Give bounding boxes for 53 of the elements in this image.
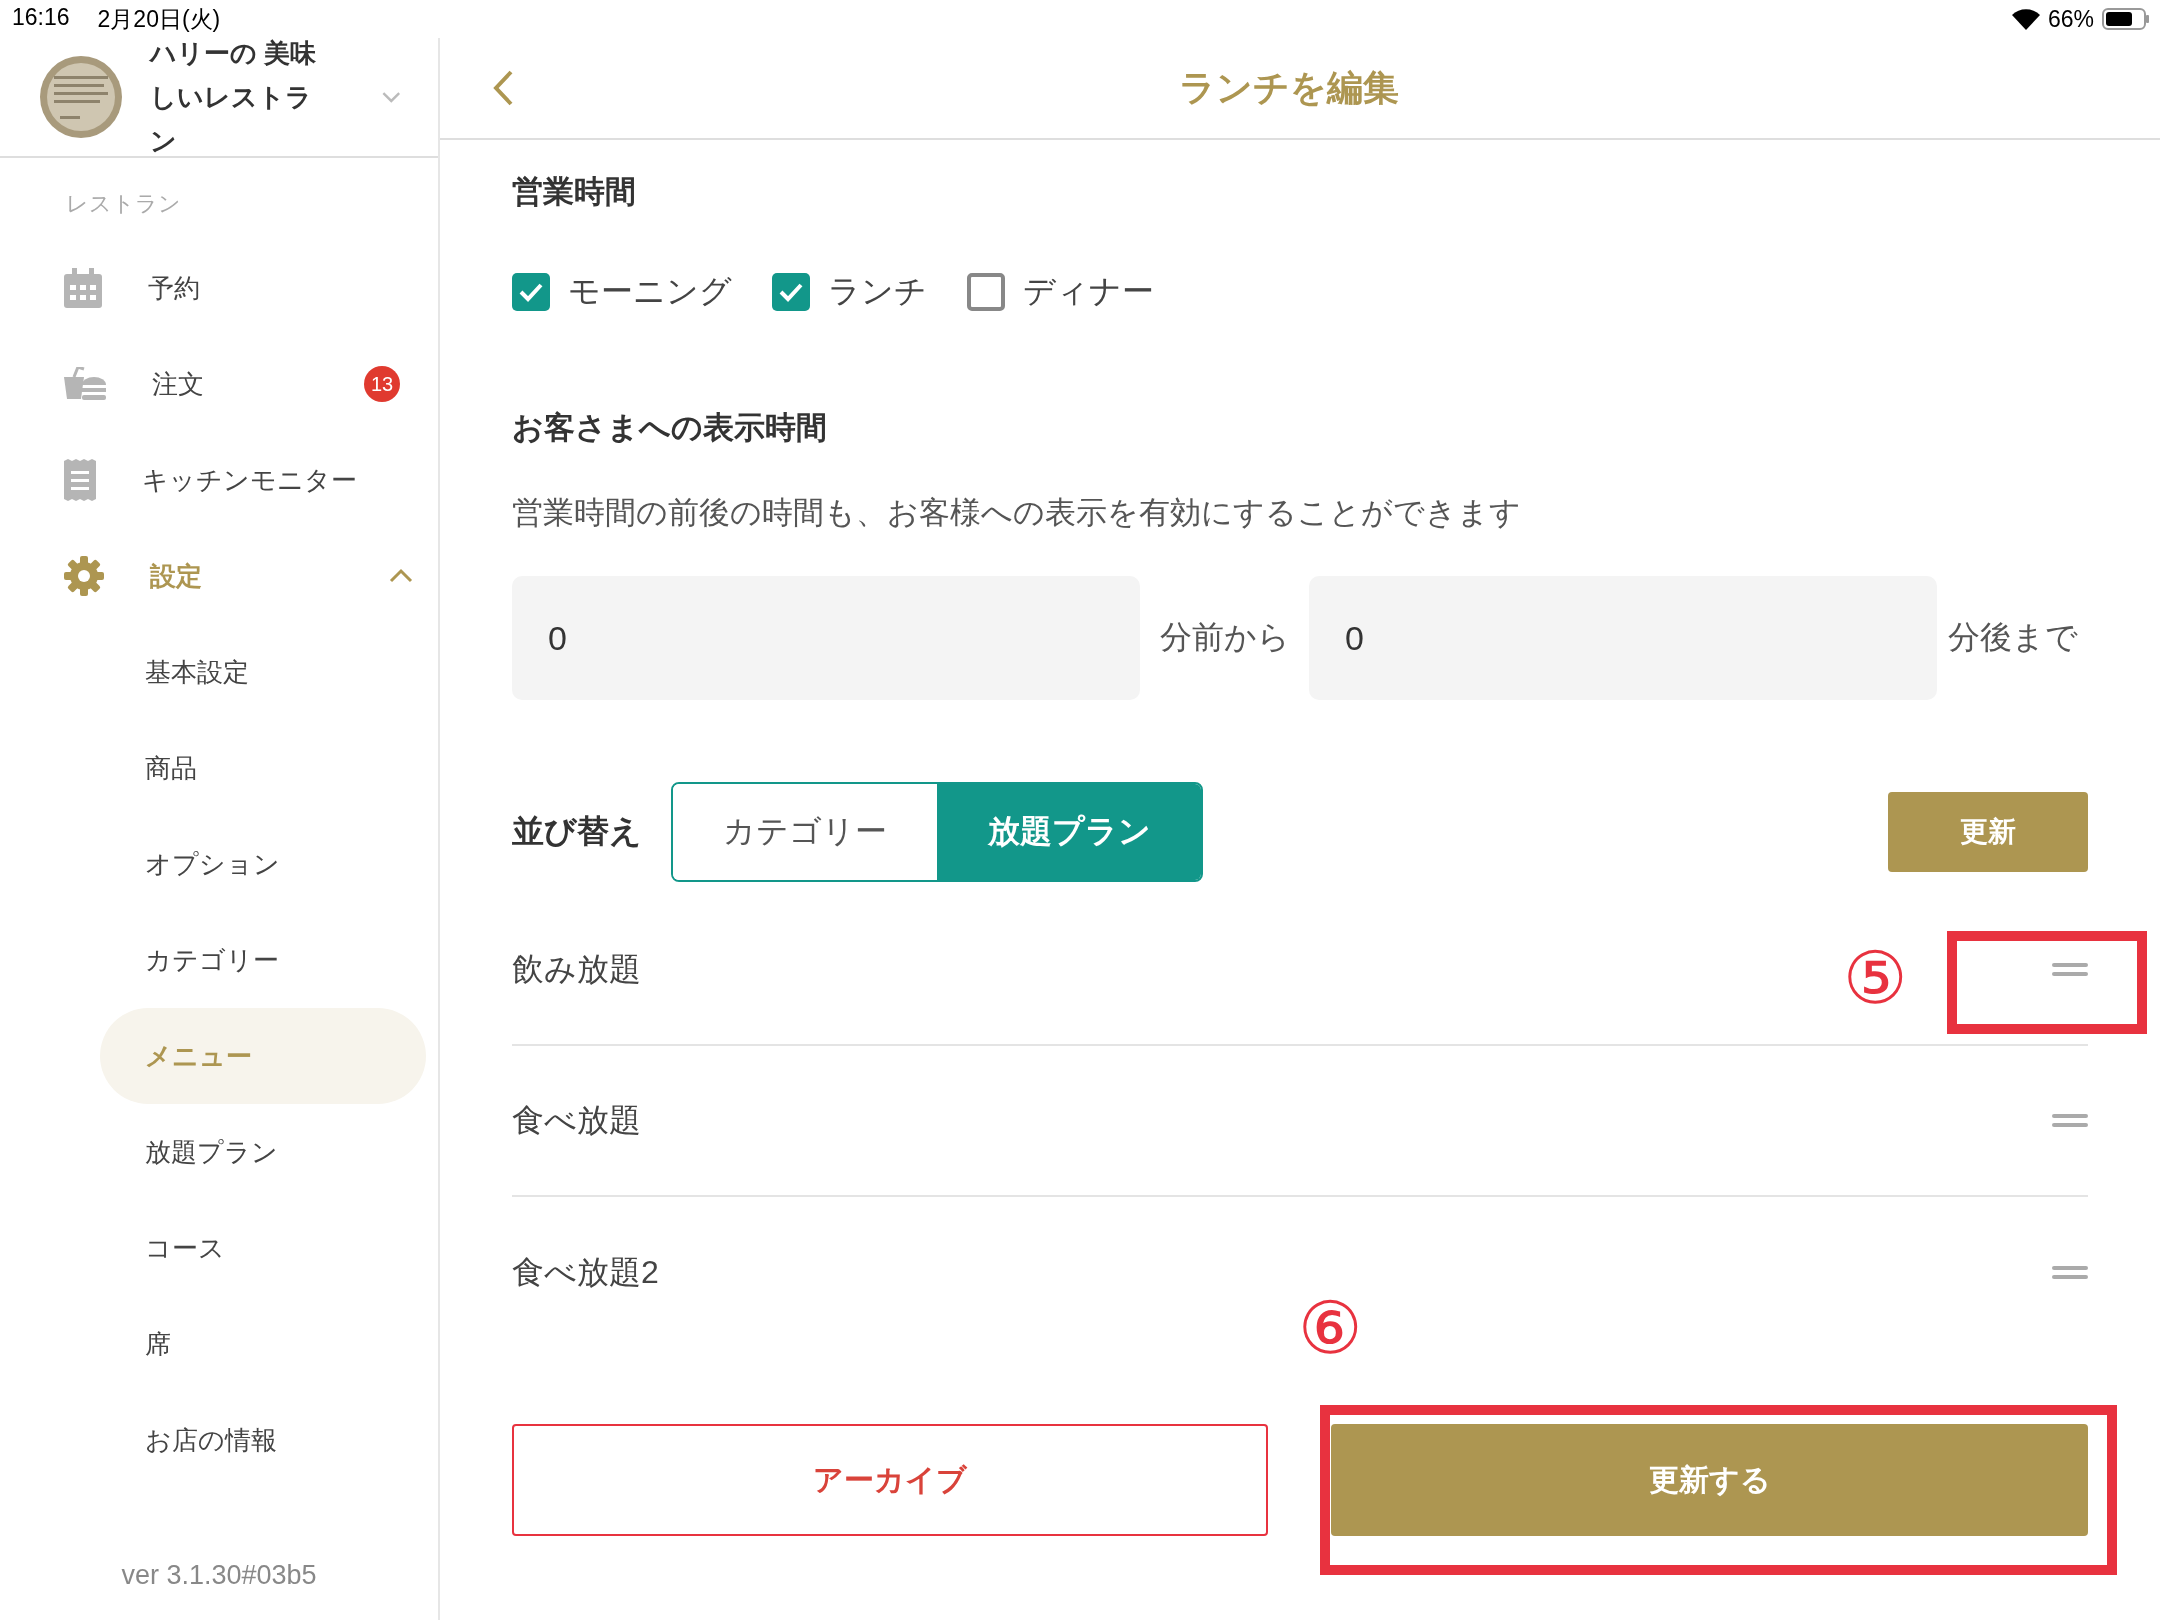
check-icon	[778, 282, 804, 302]
list-item-label: 食べ放題	[512, 1100, 641, 1140]
nav-subitem[interactable]: お店の情報	[100, 1392, 426, 1488]
settings-icon	[64, 556, 104, 596]
step-number: ⑥	[1298, 1292, 1363, 1364]
nav-item[interactable]: 予約	[148, 270, 414, 306]
status-date: 2月20日(火)	[97, 4, 221, 34]
archive-button[interactable]: アーカイブ	[512, 1424, 1268, 1536]
nav-subitem[interactable]: 商品	[100, 720, 426, 816]
minutes-before-field[interactable]: 0	[512, 576, 1140, 700]
checkbox[interactable]	[512, 273, 550, 311]
nav-subitem[interactable]: 席	[100, 1296, 426, 1392]
section-heading: 営業時間	[512, 173, 637, 211]
wifi-icon	[2011, 8, 2040, 30]
receipt-icon	[64, 459, 96, 501]
chevron-down-icon[interactable]	[381, 89, 402, 105]
minutes-after-field[interactable]: 0	[1309, 576, 1937, 700]
battery-percent: 66%	[2047, 5, 2094, 33]
field-suffix: 分後まで	[1946, 618, 2079, 657]
nav-item[interactable]: 注文	[152, 366, 318, 402]
check-icon	[518, 282, 544, 302]
checkbox[interactable]	[772, 273, 810, 311]
checkbox[interactable]	[967, 273, 1005, 311]
status-time: 16:16	[12, 3, 70, 32]
drag-handle-icon[interactable]	[2052, 962, 2088, 977]
list-item-label: 食べ放題2	[512, 1252, 659, 1292]
nav-subitem[interactable]: 基本設定	[100, 624, 426, 720]
section-heading: お客さまへの表示時間	[512, 409, 828, 447]
battery-icon	[2102, 8, 2150, 30]
chevron-up-icon[interactable]	[388, 568, 414, 584]
checkbox-label: モーニング	[568, 272, 732, 311]
section-label: レストラン	[66, 190, 182, 218]
calendar-icon	[64, 268, 102, 308]
nav-subitem[interactable]: オプション	[100, 816, 426, 912]
sort-label: 並び替え	[512, 812, 643, 851]
drag-handle-icon[interactable]	[2052, 1113, 2088, 1128]
drink-and-burger-icon	[64, 367, 106, 401]
checkbox-label: ディナー	[1023, 272, 1154, 311]
count-badge: 13	[364, 366, 400, 402]
version-label: ver 3.1.30#03b5	[120, 1559, 318, 1592]
field-suffix: 分前から	[1158, 618, 1291, 657]
nav-subitem[interactable]: カテゴリー	[100, 912, 426, 1008]
drag-handle-icon[interactable]	[2052, 1265, 2088, 1280]
nav-item[interactable]: キッチンモニター	[142, 462, 414, 498]
restaurant-name: ハリーの 美味しいレストラン	[150, 37, 318, 158]
step-number: ⑤	[1843, 942, 1908, 1014]
list-item-label: 飲み放題	[512, 949, 641, 989]
nav-subitem[interactable]: コース	[100, 1200, 426, 1296]
nav-subitem[interactable]: 放題プラン	[100, 1104, 426, 1200]
checkbox-label: ランチ	[828, 272, 927, 311]
page-title: ランチを編集	[1178, 65, 1400, 110]
segment-tab[interactable]: 放題プラン	[937, 784, 1201, 880]
description-text: 営業時間の前後の時間も、お客様への表示を有効にすることができます	[512, 494, 1522, 532]
